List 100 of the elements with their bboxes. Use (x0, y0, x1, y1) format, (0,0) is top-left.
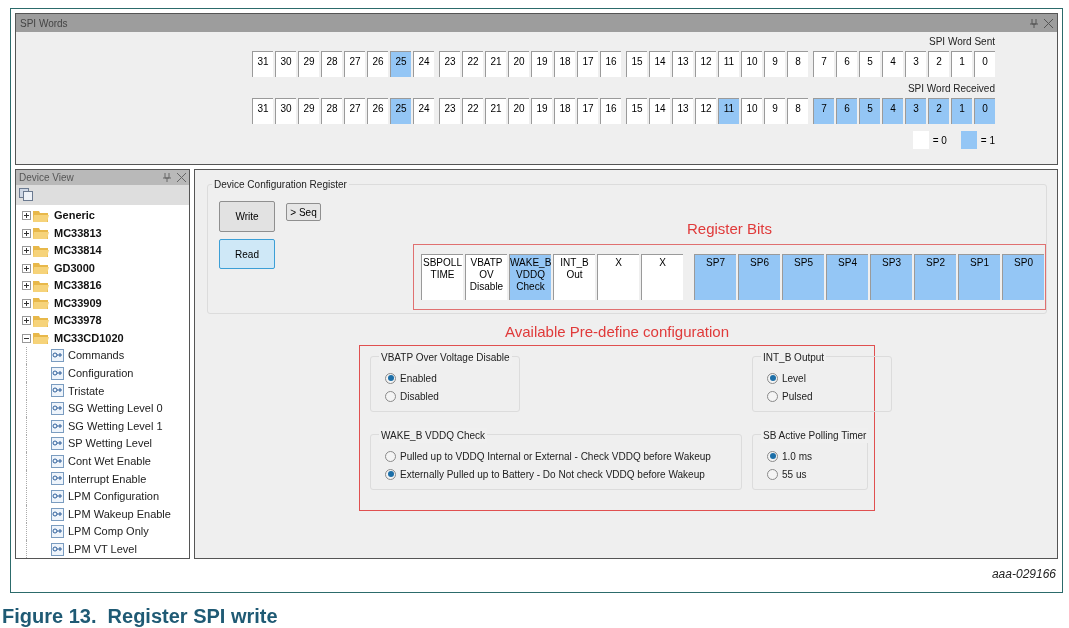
bit-cell: 13 (672, 98, 693, 124)
radio-label: Enabled (400, 371, 437, 386)
tree-item[interactable]: Interrupt Enable (68, 470, 147, 488)
register-bit-cell: SBPOLL TIME (421, 254, 463, 300)
tree-item[interactable]: SG Wetting Level 1 (68, 417, 163, 435)
bit-cell: 12 (695, 51, 716, 77)
bit-cell: 17 (577, 98, 598, 124)
tree-item[interactable]: SG Wetting Level 0 (68, 400, 163, 417)
radio-button[interactable] (385, 450, 396, 462)
tree-item[interactable]: GD3000 (54, 259, 95, 277)
close-icon[interactable] (1044, 18, 1053, 28)
bit-cell: 13 (672, 51, 693, 77)
tree-item[interactable]: LPM VT Level (68, 540, 137, 558)
pin-icon[interactable] (163, 173, 171, 182)
bit-cell: 19 (531, 51, 552, 77)
tree-item[interactable]: LPM Wakeup Enable (68, 505, 171, 523)
tree-item[interactable]: SP Wetting Level (68, 435, 152, 452)
bit-cell: 1 (951, 98, 972, 124)
tree-item[interactable]: MC33978 (54, 312, 102, 329)
tree-item[interactable]: LPM Configuration (68, 488, 160, 505)
bit-cell: 25 (390, 98, 411, 124)
bit-cell: 30 (275, 51, 296, 77)
bit-cell: 18 (554, 98, 575, 124)
bit-cell: 20 (508, 98, 529, 124)
tree-item[interactable]: Tristate (68, 382, 105, 400)
bit-cell: 22 (462, 98, 483, 124)
expand-toggle[interactable] (22, 298, 31, 308)
collapse-toggle[interactable] (22, 333, 31, 343)
node-icon (51, 507, 64, 521)
radio-label: Externally Pulled up to Battery - Do Not check VDDQ before Wakeup (400, 467, 705, 482)
tree-item[interactable]: MC33814 (54, 242, 102, 259)
register-bit-cell: SP5 (782, 254, 824, 300)
bit-cell: 8 (787, 51, 808, 77)
tree-view-icon[interactable] (19, 188, 33, 202)
bit-cell: 4 (882, 98, 903, 124)
radio-button[interactable] (767, 372, 778, 384)
radio-button[interactable] (385, 372, 396, 384)
seq-button[interactable]: > Seq (286, 203, 321, 221)
bit-cell: 27 (344, 98, 365, 124)
row-label: SPI Word Received (907, 82, 995, 96)
radio-label: Level (782, 371, 806, 386)
pin-icon[interactable] (1030, 18, 1038, 28)
radio-button[interactable] (767, 468, 778, 480)
bit-cell: 20 (508, 51, 529, 77)
bit-cell: 17 (577, 51, 598, 77)
bit-cell: 23 (439, 98, 460, 124)
tree-item[interactable]: MC33CD1020 (54, 329, 124, 347)
row-label: SPI Word Sent (929, 35, 995, 49)
folder-icon (33, 279, 49, 292)
group-title: VBATP Over Voltage Disable (379, 350, 512, 365)
bit-cell: 21 (485, 98, 506, 124)
bit-cell: 10 (741, 98, 762, 124)
write-button[interactable]: Write (219, 201, 275, 232)
tree-item[interactable]: Configuration (68, 365, 134, 382)
node-icon (51, 489, 64, 503)
expand-toggle[interactable] (22, 246, 31, 256)
bit-cell: 4 (882, 51, 903, 77)
bit-cell: 14 (649, 98, 670, 124)
expand-toggle[interactable] (22, 228, 31, 238)
register-bit-cell: SP3 (870, 254, 912, 300)
bit-cell: 27 (344, 51, 365, 77)
bit-cell: 25 (390, 51, 411, 77)
radio-button[interactable] (767, 450, 778, 462)
node-icon (51, 542, 64, 556)
tree-item[interactable]: MC33813 (54, 224, 102, 242)
bit-cell: 8 (787, 98, 808, 124)
tree-item[interactable]: Commands (68, 347, 125, 364)
tree-item[interactable]: Generic (54, 207, 95, 224)
expand-toggle[interactable] (22, 263, 31, 273)
folder-icon (33, 244, 49, 257)
bit-cell: 26 (367, 98, 388, 124)
radio-label: 55 us (782, 467, 807, 482)
node-icon (51, 437, 64, 451)
read-button[interactable]: Read (219, 239, 275, 269)
radio-button[interactable] (767, 390, 778, 402)
register-bit-cell: VBATP OV Disable (465, 254, 507, 300)
close-icon[interactable] (177, 173, 186, 182)
expand-toggle[interactable] (22, 281, 31, 291)
tree-item[interactable]: MC33909 (54, 294, 102, 312)
group-title: Device Configuration Register (212, 177, 349, 192)
figure-caption: Figure 13. Register SPI write (2, 604, 279, 628)
bit-cell: 7 (813, 51, 834, 77)
expand-toggle[interactable] (22, 211, 31, 221)
tree-item[interactable]: MC33816 (54, 277, 102, 294)
bit-cell: 12 (695, 98, 716, 124)
tree-item[interactable]: Cont Wet Enable (68, 453, 151, 470)
bit-cell: 31 (252, 98, 273, 124)
register-bit-cell: X (641, 254, 683, 300)
radio-label: Pulsed (782, 389, 813, 404)
radio-button[interactable] (385, 468, 396, 480)
expand-toggle[interactable] (22, 316, 31, 326)
register-bit-cell: SP6 (738, 254, 780, 300)
tree-item[interactable]: LPM Comp Only (68, 523, 149, 540)
radio-button[interactable] (385, 390, 396, 402)
node-icon (51, 384, 64, 398)
register-bits-label: Register Bits (687, 221, 772, 236)
bit-cell: 21 (485, 51, 506, 77)
bit-cell: 10 (741, 51, 762, 77)
bit-cell: 31 (252, 51, 273, 77)
bit-cell: 15 (626, 98, 647, 124)
